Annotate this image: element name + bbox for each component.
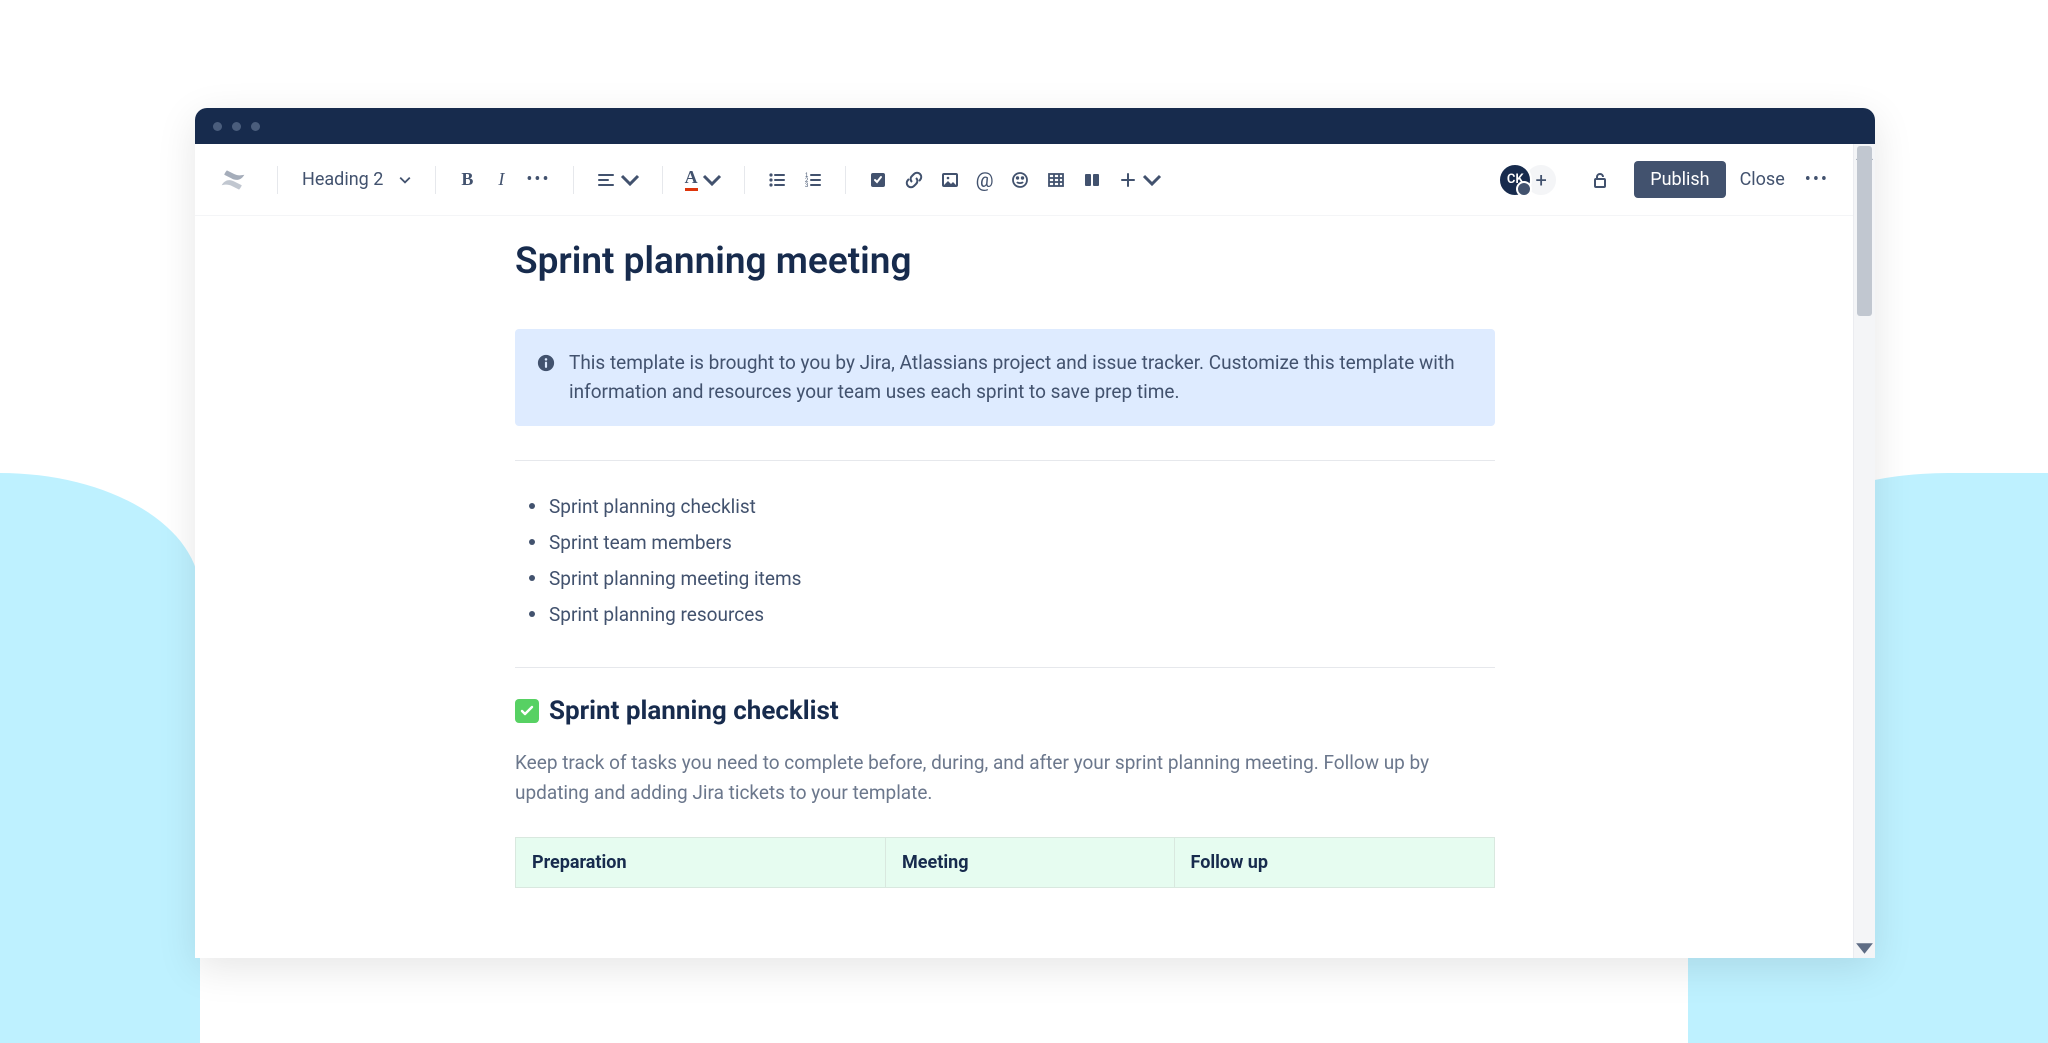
text-style-select[interactable]: Heading 2 [294, 163, 419, 196]
toolbar-divider [435, 166, 436, 194]
toc-item-label: Sprint planning meeting items [549, 567, 801, 590]
scroll-thumb[interactable] [1857, 146, 1872, 316]
collaborator-avatars: CK + [1498, 163, 1558, 197]
table-header-row: Preparation Meeting Follow up [516, 838, 1495, 888]
avatar[interactable]: CK [1498, 163, 1532, 197]
publish-label: Publish [1650, 169, 1709, 190]
scroll-down-arrow-icon[interactable] [1854, 936, 1875, 958]
section-description[interactable]: Keep track of tasks you need to complete… [515, 748, 1495, 807]
editor-window: Heading 2 B I ••• A 123 [195, 108, 1875, 958]
avatar-initials: CK [1507, 172, 1524, 187]
toolbar-divider [277, 166, 278, 194]
text-style-label: Heading 2 [302, 169, 383, 190]
toolbar-divider [744, 166, 745, 194]
link-button[interactable] [898, 164, 930, 196]
toc-item-label: Sprint team members [549, 531, 732, 554]
toc-item-label: Sprint planning checklist [549, 495, 756, 518]
italic-button[interactable]: I [486, 164, 516, 196]
info-icon [537, 352, 555, 406]
numbered-list-button[interactable]: 123 [797, 164, 829, 196]
chevron-down-icon [620, 170, 640, 190]
toc-item[interactable]: Sprint planning meeting items [519, 561, 1495, 597]
editor-toolbar: Heading 2 B I ••• A 123 [195, 144, 1853, 216]
vertical-scrollbar[interactable] [1853, 144, 1875, 958]
checklist-table[interactable]: Preparation Meeting Follow up [515, 837, 1495, 888]
restrictions-button[interactable] [1584, 164, 1616, 196]
info-panel[interactable]: This template is brought to you by Jira,… [515, 329, 1495, 426]
window-dot [213, 122, 222, 131]
toc-item-label: Sprint planning resources [549, 603, 764, 626]
align-button[interactable] [590, 164, 646, 196]
chevron-down-icon [399, 174, 411, 186]
close-button[interactable]: Close [1730, 161, 1795, 198]
toc-item[interactable]: Sprint planning resources [519, 597, 1495, 633]
table-header[interactable]: Meeting [886, 838, 1174, 888]
divider [515, 460, 1495, 461]
table-button[interactable] [1040, 164, 1072, 196]
table-header-label: Meeting [902, 852, 968, 873]
table-header[interactable]: Follow up [1174, 838, 1494, 888]
publish-button[interactable]: Publish [1634, 161, 1725, 198]
bold-button[interactable]: B [452, 164, 482, 196]
table-header-label: Preparation [532, 852, 627, 873]
window-dot [232, 122, 241, 131]
svg-text:3: 3 [805, 183, 809, 189]
toc-item[interactable]: Sprint planning checklist [519, 489, 1495, 525]
divider [515, 667, 1495, 668]
table-header[interactable]: Preparation [516, 838, 886, 888]
check-icon [515, 699, 539, 723]
layouts-button[interactable] [1076, 164, 1108, 196]
toolbar-divider [662, 166, 663, 194]
chevron-down-icon [702, 170, 722, 190]
emoji-button[interactable] [1004, 164, 1036, 196]
window-titlebar [195, 108, 1875, 144]
toolbar-divider [573, 166, 574, 194]
text-color-button[interactable]: A [679, 164, 728, 196]
confluence-logo-icon[interactable] [213, 160, 253, 200]
image-button[interactable] [934, 164, 966, 196]
table-header-label: Follow up [1191, 852, 1268, 873]
close-label: Close [1740, 169, 1785, 190]
bullet-list-button[interactable] [761, 164, 793, 196]
mention-button[interactable]: @ [970, 164, 1000, 196]
action-item-button[interactable] [862, 164, 894, 196]
section-heading-text: Sprint planning checklist [549, 696, 839, 726]
background-accent-left [0, 473, 200, 1043]
window-dot [251, 122, 260, 131]
more-formatting-button[interactable]: ••• [520, 164, 556, 196]
editor-canvas[interactable]: Sprint planning meeting This template is… [195, 216, 1853, 958]
toc-item[interactable]: Sprint team members [519, 525, 1495, 561]
section-heading[interactable]: Sprint planning checklist [515, 696, 1495, 726]
toolbar-divider [845, 166, 846, 194]
page-title[interactable]: Sprint planning meeting [515, 240, 1495, 283]
more-actions-button[interactable]: ••• [1799, 164, 1835, 196]
info-panel-text: This template is brought to you by Jira,… [569, 349, 1473, 406]
chevron-down-icon [1142, 170, 1162, 190]
insert-more-button[interactable] [1112, 164, 1168, 196]
table-of-contents: Sprint planning checklist Sprint team me… [515, 489, 1495, 633]
